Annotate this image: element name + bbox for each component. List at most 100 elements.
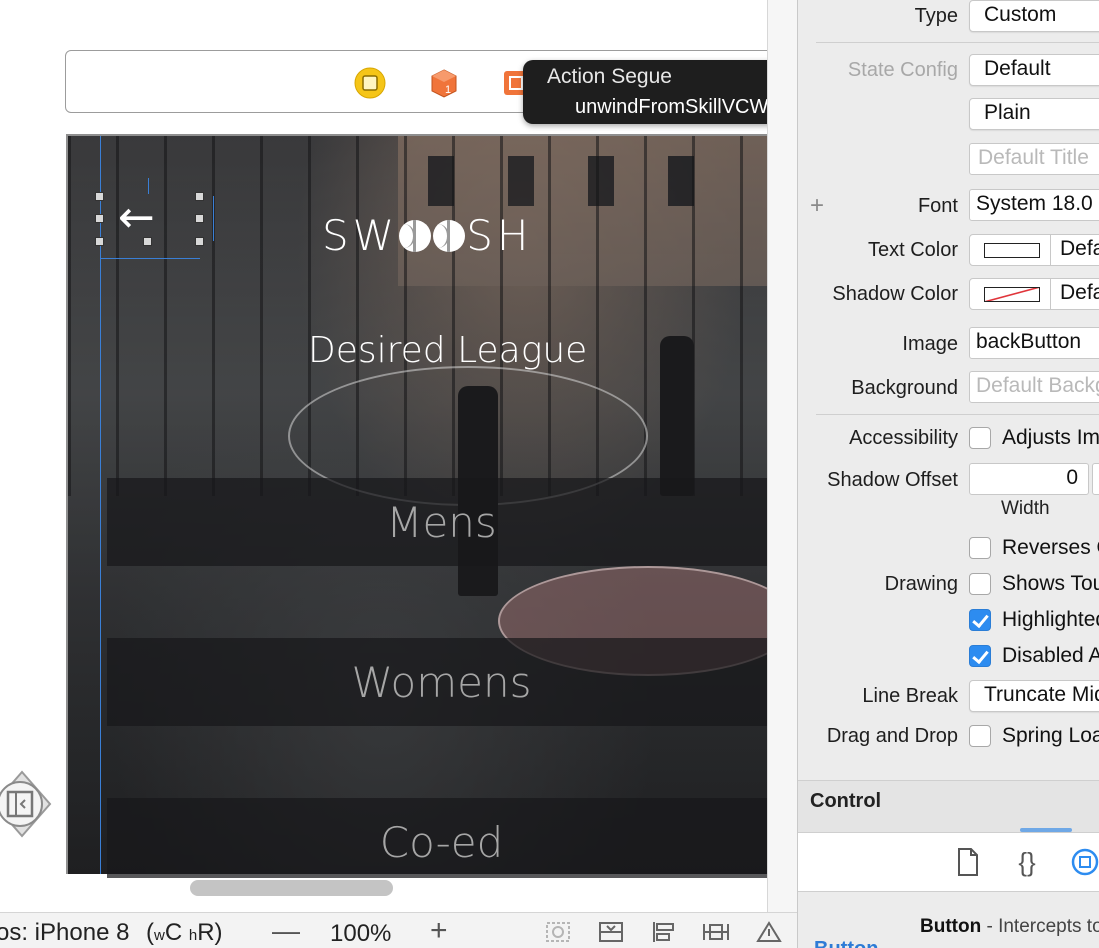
womens-button[interactable]: Womens [107,638,769,726]
reverses-on-highlight-label: Reverses On Highlight [1002,536,1099,559]
disabled-adjusts-label: Disabled Adjusts Image [1002,644,1099,667]
library-item-name: Button [920,916,982,937]
color-well-separator [1050,235,1051,265]
text-color-swatch [984,243,1040,258]
size-class-label[interactable]: (wC hR) [146,919,223,947]
shadow-offset-label: Shadow Offset [827,469,958,491]
drawing-label: Drawing [884,573,958,595]
shows-touch-checkbox[interactable] [969,573,991,595]
file-template-icon[interactable] [952,845,982,879]
library-item-button-icon-label: Button [814,938,878,948]
library-tab-bar: {} [798,832,1099,892]
line-break-popup[interactable]: Truncate Middle [969,680,1099,712]
update-frames-icon[interactable] [544,920,572,944]
image-field[interactable]: backButton [969,327,1099,359]
coed-button-label: Co-ed [379,818,504,867]
object-library-icon[interactable] [1070,845,1099,879]
shadow-offset-width-field[interactable]: 0 [969,463,1089,495]
font-label: Font [917,195,958,217]
adjusts-image-size-checkbox[interactable] [969,427,991,449]
back-arrow-icon: ← [118,192,155,243]
state-config-popup[interactable]: Default [969,54,1099,86]
unwind-exit-icon[interactable] [0,770,62,838]
mens-button-label: Mens [386,498,497,547]
highlighted-adjusts-checkbox[interactable] [969,609,991,631]
disabled-adjusts-checkbox[interactable] [969,645,991,667]
color-well-separator [1050,279,1051,309]
basketball-icon [399,219,432,252]
shadow-color-swatch [984,287,1040,302]
resize-handle[interactable] [95,214,104,223]
state-config-label: State Config [847,59,958,81]
resize-handle[interactable] [195,192,204,201]
width-label: Width [1001,498,1050,519]
zoom-in-button[interactable]: + [430,914,448,948]
divider [816,414,1099,415]
logo-text-right: SH [466,211,533,260]
align-icon[interactable] [650,920,678,944]
add-constraints-icon[interactable] [702,920,730,944]
adjusts-image-size-label: Adjusts Image Size [1002,426,1099,449]
text-color-well[interactable]: Default [969,234,1099,266]
canvas-bottom-bar: os: iPhone 8 (wC hR) — 100% + [0,912,797,948]
resize-handle[interactable] [195,237,204,246]
height-constraint [213,196,214,241]
first-responder-icon[interactable]: 1 [428,67,460,99]
tooltip-title: Action Segue [547,65,672,88]
embed-in-stack-icon[interactable] [597,920,625,944]
text-color-label: Text Color [867,239,958,261]
font-field[interactable]: System 18.0 [969,189,1099,221]
shadow-color-well[interactable]: Default [969,278,1099,310]
storyboard-canvas[interactable]: 1 Action Segue unwindFromSkillVCWithUnwi… [0,0,1001,948]
resize-handle[interactable] [195,214,204,223]
line-break-label: Line Break [862,685,958,707]
size-class-w: w [154,927,165,944]
accessibility-label: Accessibility [849,427,958,449]
canvas-scroll-gutter [767,0,797,912]
size-class-w-value: C [164,919,183,946]
reverses-on-highlight-checkbox[interactable] [969,537,991,559]
size-class-h: h [188,927,198,944]
top-constraint [148,178,149,194]
resize-handle[interactable] [95,237,104,246]
view-controller-icon[interactable] [354,67,386,99]
title-style-popup[interactable]: Plain [969,98,1099,130]
back-button[interactable]: ← [100,196,200,241]
zoom-out-button[interactable]: — [272,915,300,947]
coed-button[interactable]: Co-ed [107,798,769,878]
type-popup[interactable]: Custom [969,0,1099,32]
resize-handle[interactable] [143,237,152,246]
width-constraint [100,258,200,259]
image-label: Image [902,333,958,355]
swoosh-logo: SW SH [322,211,532,260]
shadow-color-label: Shadow Color [832,283,958,305]
library-item-button[interactable]: Button - Intercepts touch events [920,916,1099,938]
library-item-description: - Intercepts touch events [986,916,1099,937]
title-field[interactable]: Default Title [969,143,1099,175]
xcode-window: 1 Action Segue unwindFromSkillVCWithUnwi… [0,0,1099,948]
text-color-value: Default [1060,237,1099,260]
shadow-offset-height-field[interactable] [1092,463,1099,495]
spring-loaded-checkbox[interactable] [969,725,991,747]
divider [816,42,1099,43]
zoom-level: 100% [330,920,392,947]
background-label: Background [851,377,958,399]
drag-drop-label: Drag and Drop [826,725,958,747]
logo-text-left: SW [322,211,399,260]
svg-text:1: 1 [445,84,451,96]
resolve-issues-icon[interactable] [755,920,783,944]
code-snippet-icon[interactable]: {} [1012,845,1042,879]
resize-handle[interactable] [95,192,104,201]
background-field[interactable]: Default Background Image [969,371,1099,403]
horizontal-scrollbar[interactable] [190,880,393,896]
leading-guide [100,136,101,874]
desired-league-heading: Desired League [308,330,588,371]
attributes-inspector: Type Custom State Config Default Plain D… [797,0,1099,948]
add-variation-icon[interactable]: + [810,192,824,220]
spring-loaded-label: Spring Loaded [1002,724,1099,747]
background-player [660,336,694,496]
type-label: Type [914,5,958,27]
device-config-label[interactable]: os: iPhone 8 [0,919,129,947]
highlighted-adjusts-label: Highlighted Adjusts Image [1002,608,1099,631]
mens-button[interactable]: Mens [107,478,769,566]
